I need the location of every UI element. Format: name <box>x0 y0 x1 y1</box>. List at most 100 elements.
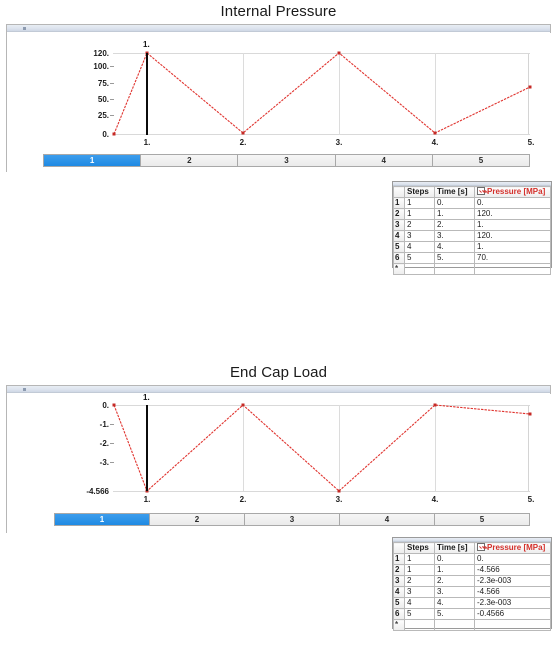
cell-pressure[interactable]: -0.4566 <box>474 608 551 620</box>
cell-steps[interactable]: 3 <box>404 230 435 242</box>
step-button-1[interactable]: 1 <box>55 514 150 525</box>
header-pressure-label: Pressure [MPa] <box>487 543 546 553</box>
cell-time[interactable]: 0. <box>434 197 475 209</box>
row-number: 3 <box>393 219 405 231</box>
cell-time[interactable]: 2. <box>434 575 475 587</box>
cell-pressure[interactable]: 0. <box>474 553 551 565</box>
x-tick-label: 1. <box>143 138 151 147</box>
x-tick-label: 3. <box>335 495 343 504</box>
plot-area-internal-pressure: 120. 100. 75. 50. 25. 0. 1. 1. 2. 3. 4. … <box>7 33 552 172</box>
time-marker-label: 1. <box>143 40 150 49</box>
cell-pressure[interactable]: 1. <box>474 241 551 253</box>
table-new-row[interactable]: * <box>393 263 551 275</box>
cell-time[interactable] <box>434 263 475 275</box>
cell-pressure[interactable]: 120. <box>474 208 551 220</box>
header-time[interactable]: Time [s] <box>434 186 475 198</box>
cell-time[interactable]: 3. <box>434 230 475 242</box>
time-marker-line[interactable] <box>146 53 148 135</box>
cell-steps[interactable]: 2 <box>404 219 435 231</box>
data-grid-internal-pressure[interactable]: Steps Time [s] Pressure [MPa] 1 1 0. 0. … <box>392 181 552 275</box>
row-number: 6 <box>393 252 405 264</box>
step-button-4[interactable]: 4 <box>335 155 433 166</box>
cell-time[interactable]: 0. <box>434 553 475 565</box>
row-number: 5 <box>393 597 405 609</box>
table-row[interactable]: 2 1 1. -4.566 <box>393 564 551 576</box>
step-button-2[interactable]: 2 <box>141 155 239 166</box>
header-time[interactable]: Time [s] <box>434 542 475 554</box>
x-tick-label: 5. <box>527 495 535 504</box>
table-row[interactable]: 6 5 5. 70. <box>393 252 551 264</box>
x-tick-label: 2. <box>239 138 247 147</box>
chart-title-end-cap-load: End Cap Load <box>229 364 328 381</box>
step-bar-internal-pressure[interactable]: 1 2 3 4 5 <box>43 154 530 167</box>
table-row[interactable]: 5 4 4. -2.3e-003 <box>393 597 551 609</box>
step-button-5[interactable]: 5 <box>435 514 529 525</box>
cell-time[interactable]: 5. <box>434 608 475 620</box>
cell-steps[interactable]: 4 <box>404 241 435 253</box>
table-row[interactable]: 5 4 4. 1. <box>393 241 551 253</box>
cell-steps[interactable]: 1 <box>404 553 435 565</box>
cell-time[interactable]: 3. <box>434 586 475 598</box>
cell-pressure[interactable] <box>474 263 551 275</box>
cell-time[interactable]: 4. <box>434 597 475 609</box>
cell-pressure[interactable]: 120. <box>474 230 551 242</box>
cell-pressure[interactable] <box>474 619 551 631</box>
cell-time[interactable]: 2. <box>434 219 475 231</box>
cell-steps[interactable]: 1 <box>404 208 435 220</box>
cell-steps[interactable] <box>404 619 435 631</box>
cell-steps[interactable]: 4 <box>404 597 435 609</box>
amplitude-table-end-cap-load: Steps Time [s] Pressure [MPa] 1 1 0. 0. … <box>393 542 551 631</box>
step-bar-end-cap-load[interactable]: 1 2 3 4 5 <box>54 513 530 526</box>
amplitude-table-internal-pressure: Steps Time [s] Pressure [MPa] 1 1 0. 0. … <box>393 186 551 275</box>
table-header-row: Steps Time [s] Pressure [MPa] <box>393 542 551 554</box>
time-marker-line[interactable] <box>146 405 148 491</box>
step-button-3[interactable]: 3 <box>238 155 336 166</box>
table-row[interactable]: 4 3 3. -4.566 <box>393 586 551 598</box>
cell-steps[interactable]: 5 <box>404 252 435 264</box>
x-tick-label: 4. <box>431 138 439 147</box>
table-row[interactable]: 3 2 2. 1. <box>393 219 551 231</box>
data-grid-end-cap-load[interactable]: Steps Time [s] Pressure [MPa] 1 1 0. 0. … <box>392 537 552 631</box>
cell-pressure[interactable]: -2.3e-003 <box>474 597 551 609</box>
cell-time[interactable]: 1. <box>434 208 475 220</box>
cell-pressure[interactable]: -4.566 <box>474 586 551 598</box>
cell-pressure[interactable]: 0. <box>474 197 551 209</box>
cell-pressure[interactable]: 70. <box>474 252 551 264</box>
series-visibility-checkbox[interactable] <box>477 543 485 551</box>
step-button-3[interactable]: 3 <box>245 514 340 525</box>
header-steps[interactable]: Steps <box>404 186 435 198</box>
table-row[interactable]: 6 5 5. -0.4566 <box>393 608 551 620</box>
plot-area-end-cap-load: 0. -1. -2. -3. -4.566 1. 1. 2. 3. 4. 5. … <box>7 394 552 533</box>
row-number: 5 <box>393 241 405 253</box>
new-row-indicator: * <box>393 263 405 275</box>
step-button-1[interactable]: 1 <box>44 155 142 166</box>
header-pressure[interactable]: Pressure [MPa] <box>474 542 551 554</box>
table-row[interactable]: 3 2 2. -2.3e-003 <box>393 575 551 587</box>
header-pressure[interactable]: Pressure [MPa] <box>474 186 551 198</box>
cell-pressure[interactable]: 1. <box>474 219 551 231</box>
step-button-5[interactable]: 5 <box>432 155 530 166</box>
table-row[interactable]: 2 1 1. 120. <box>393 208 551 220</box>
header-steps[interactable]: Steps <box>404 542 435 554</box>
header-rownum <box>393 186 405 198</box>
cell-time[interactable]: 1. <box>434 564 475 576</box>
table-row[interactable]: 1 1 0. 0. <box>393 197 551 209</box>
cell-pressure[interactable]: -4.566 <box>474 564 551 576</box>
step-button-4[interactable]: 4 <box>340 514 435 525</box>
step-button-2[interactable]: 2 <box>150 514 245 525</box>
table-row[interactable]: 4 3 3. 120. <box>393 230 551 242</box>
cell-pressure[interactable]: -2.3e-003 <box>474 575 551 587</box>
series-visibility-checkbox[interactable] <box>477 187 485 195</box>
cell-steps[interactable]: 2 <box>404 575 435 587</box>
cell-time[interactable] <box>434 619 475 631</box>
new-row-indicator: * <box>393 619 405 631</box>
cell-steps[interactable]: 5 <box>404 608 435 620</box>
cell-time[interactable]: 5. <box>434 252 475 264</box>
cell-steps[interactable]: 1 <box>404 197 435 209</box>
table-new-row[interactable]: * <box>393 619 551 631</box>
cell-steps[interactable] <box>404 263 435 275</box>
table-row[interactable]: 1 1 0. 0. <box>393 553 551 565</box>
cell-steps[interactable]: 3 <box>404 586 435 598</box>
cell-time[interactable]: 4. <box>434 241 475 253</box>
cell-steps[interactable]: 1 <box>404 564 435 576</box>
